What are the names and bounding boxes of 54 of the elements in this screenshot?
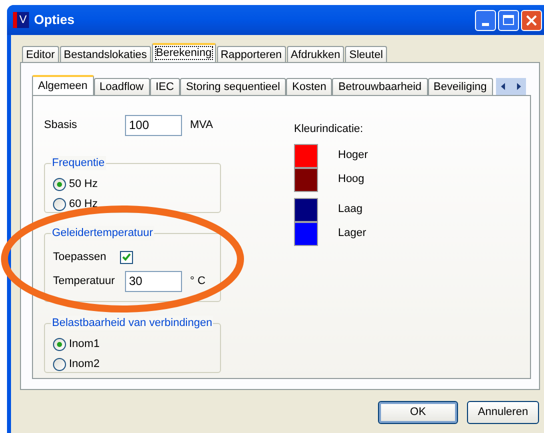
minimize-icon (482, 22, 489, 26)
tab[interactable]: Kosten (286, 78, 332, 95)
legend-label: Hoger (338, 148, 368, 164)
field-label: Temperatuur (53, 274, 116, 289)
radio-label: 60 Hz (69, 196, 98, 212)
unit-label: MVA (190, 118, 214, 134)
input-field[interactable]: 100 (125, 115, 182, 136)
radio-button[interactable] (53, 178, 66, 190)
group-title: Geleidertemperatuur (51, 226, 154, 240)
tab[interactable]: Sleutel (345, 46, 387, 62)
tab[interactable]: Editor (22, 46, 59, 62)
radio-label: Inom1 (69, 336, 100, 352)
radio-button[interactable] (53, 198, 66, 210)
tab[interactable]: Loadflow (94, 78, 150, 95)
dialog-button[interactable]: Annuleren (467, 401, 539, 424)
input-field[interactable]: 30 (125, 270, 182, 292)
radio-option[interactable]: Inom2 (53, 354, 220, 374)
legend-label: Hoog (338, 172, 364, 188)
close-button[interactable] (521, 10, 542, 30)
checkbox-label: Toepassen (53, 250, 108, 265)
legend-label: Lager (338, 226, 366, 242)
group-title: Belastbaarheid van verbindingen (51, 316, 214, 330)
radio-button[interactable] (53, 338, 66, 350)
tab[interactable]: Afdrukken (286, 46, 344, 62)
tab[interactable]: Beveiliging (428, 78, 493, 95)
radio-label: 50 Hz (69, 176, 98, 192)
tab[interactable]: Berekening (152, 43, 216, 62)
radio-option[interactable]: Inom1 (53, 334, 220, 354)
tab[interactable]: Algemeen (32, 75, 94, 95)
radio-button[interactable] (53, 358, 66, 370)
field-label: Sbasis (44, 118, 78, 134)
radio-option[interactable]: 60 Hz (53, 194, 220, 214)
dialog-button[interactable]: OK (378, 401, 458, 424)
group-title: Frequentie (51, 156, 106, 170)
checkbox[interactable] (120, 250, 133, 264)
window-title: Opties (34, 11, 74, 30)
left-arrow-icon[interactable] (500, 83, 506, 90)
radio-label: Inom2 (69, 356, 100, 372)
tab-scroll-buttons[interactable] (496, 78, 526, 95)
minimize-button[interactable] (475, 10, 496, 30)
tab[interactable]: Storing sequentieel (180, 78, 286, 95)
legend-label: Laag (338, 202, 362, 218)
tab[interactable]: Rapporteren (216, 46, 286, 62)
tab[interactable]: IEC (150, 78, 180, 95)
right-arrow-icon[interactable] (516, 83, 521, 90)
legend-title: Kleurindicatie: (294, 122, 364, 137)
maximize-icon (503, 15, 514, 25)
unit-label: ° C (190, 274, 206, 289)
tab[interactable]: Bestandslokaties (60, 46, 151, 62)
app-icon: V (13, 12, 29, 28)
tab[interactable]: Betrouwbaarheid (332, 78, 428, 95)
radio-option[interactable]: 50 Hz (53, 174, 220, 194)
close-icon (526, 14, 537, 26)
maximize-button[interactable] (498, 10, 519, 30)
